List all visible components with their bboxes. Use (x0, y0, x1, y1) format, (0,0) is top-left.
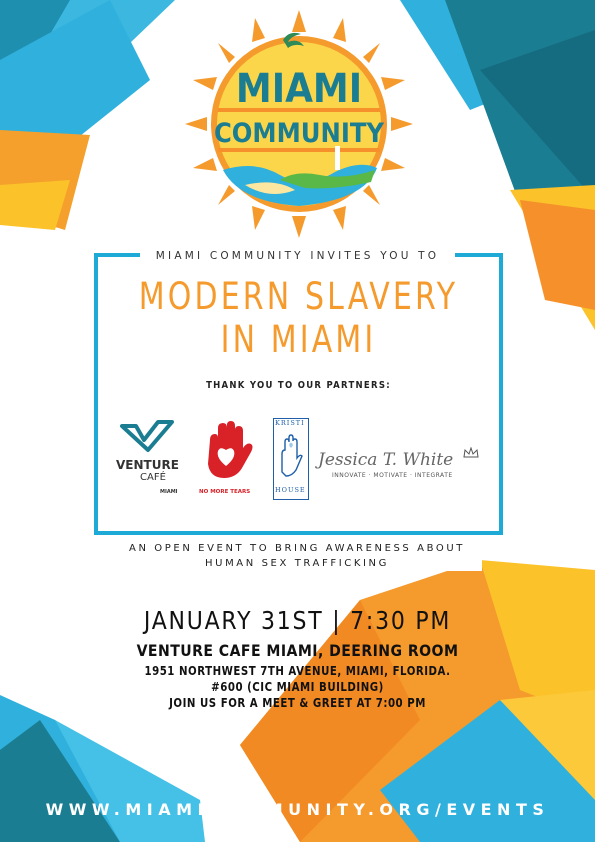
address-line2: #600 (CIC MIAMI BUILDING) (211, 680, 384, 694)
kristi-house-bottom: HOUSE (275, 486, 306, 494)
subtitle-block: AN OPEN EVENT TO BRING AWARENESS ABOUT H… (112, 541, 482, 571)
crown-icon (463, 447, 479, 458)
address-line1: 1951 NORTHWEST 7TH AVENUE, MIAMI, FLORID… (144, 664, 451, 678)
event-title-line2: IN MIAMI (220, 318, 377, 361)
event-poster: MIAMI COMMUNITY MIAMI COMMUNITY INVITES … (0, 0, 595, 842)
event-date-time: JANUARY 31ST | 7:30 PM (143, 606, 452, 635)
jessica-white-name: Jessica T. White (318, 450, 454, 470)
venture-cafe-city: MIAMI (160, 489, 178, 495)
logo-line1: MIAMI (236, 66, 362, 112)
event-title-line1: MODERN SLAVERY (138, 275, 459, 318)
kristi-house-top: KRISTI (275, 419, 305, 427)
subtitle-line2: HUMAN SEX TRAFFICKING (205, 558, 389, 569)
invite-bar: MIAMI COMMUNITY INVITES YOU TO (140, 244, 455, 266)
event-venue: VENTURE CAFE MIAMI, DEERING ROOM (136, 641, 459, 660)
shape-right-orange (520, 200, 595, 310)
address-line3: JOIN US FOR A MEET & GREET AT 7:00 PM (169, 696, 426, 710)
subtitle-line1: AN OPEN EVENT TO BRING AWARENESS ABOUT (129, 543, 465, 554)
venture-cafe-logo-mark (120, 420, 174, 452)
no-more-tears-text: NO MORE TEARS (199, 489, 251, 495)
logo-line2: COMMUNITY (214, 118, 384, 149)
partners-label: THANK YOU TO OUR PARTNERS: (206, 380, 391, 391)
jessica-white-tagline: INNOVATE · MOTIVATE · INTEGRATE (332, 472, 453, 479)
miami-community-logo: MIAMI COMMUNITY (185, 10, 413, 238)
kristi-house-hand-icon (281, 434, 303, 477)
venture-cafe-name: VENTURE (116, 458, 179, 472)
no-more-tears-logo (208, 421, 253, 478)
invite-text: MIAMI COMMUNITY INVITES YOU TO (155, 250, 440, 262)
website-link[interactable]: WWW.MIAMICOMMUNITY.ORG/EVENTS (0, 800, 595, 819)
venture-cafe-icon (120, 420, 174, 452)
venture-cafe-sub: CAFÉ (140, 472, 166, 483)
lighthouse-icon (335, 146, 340, 170)
